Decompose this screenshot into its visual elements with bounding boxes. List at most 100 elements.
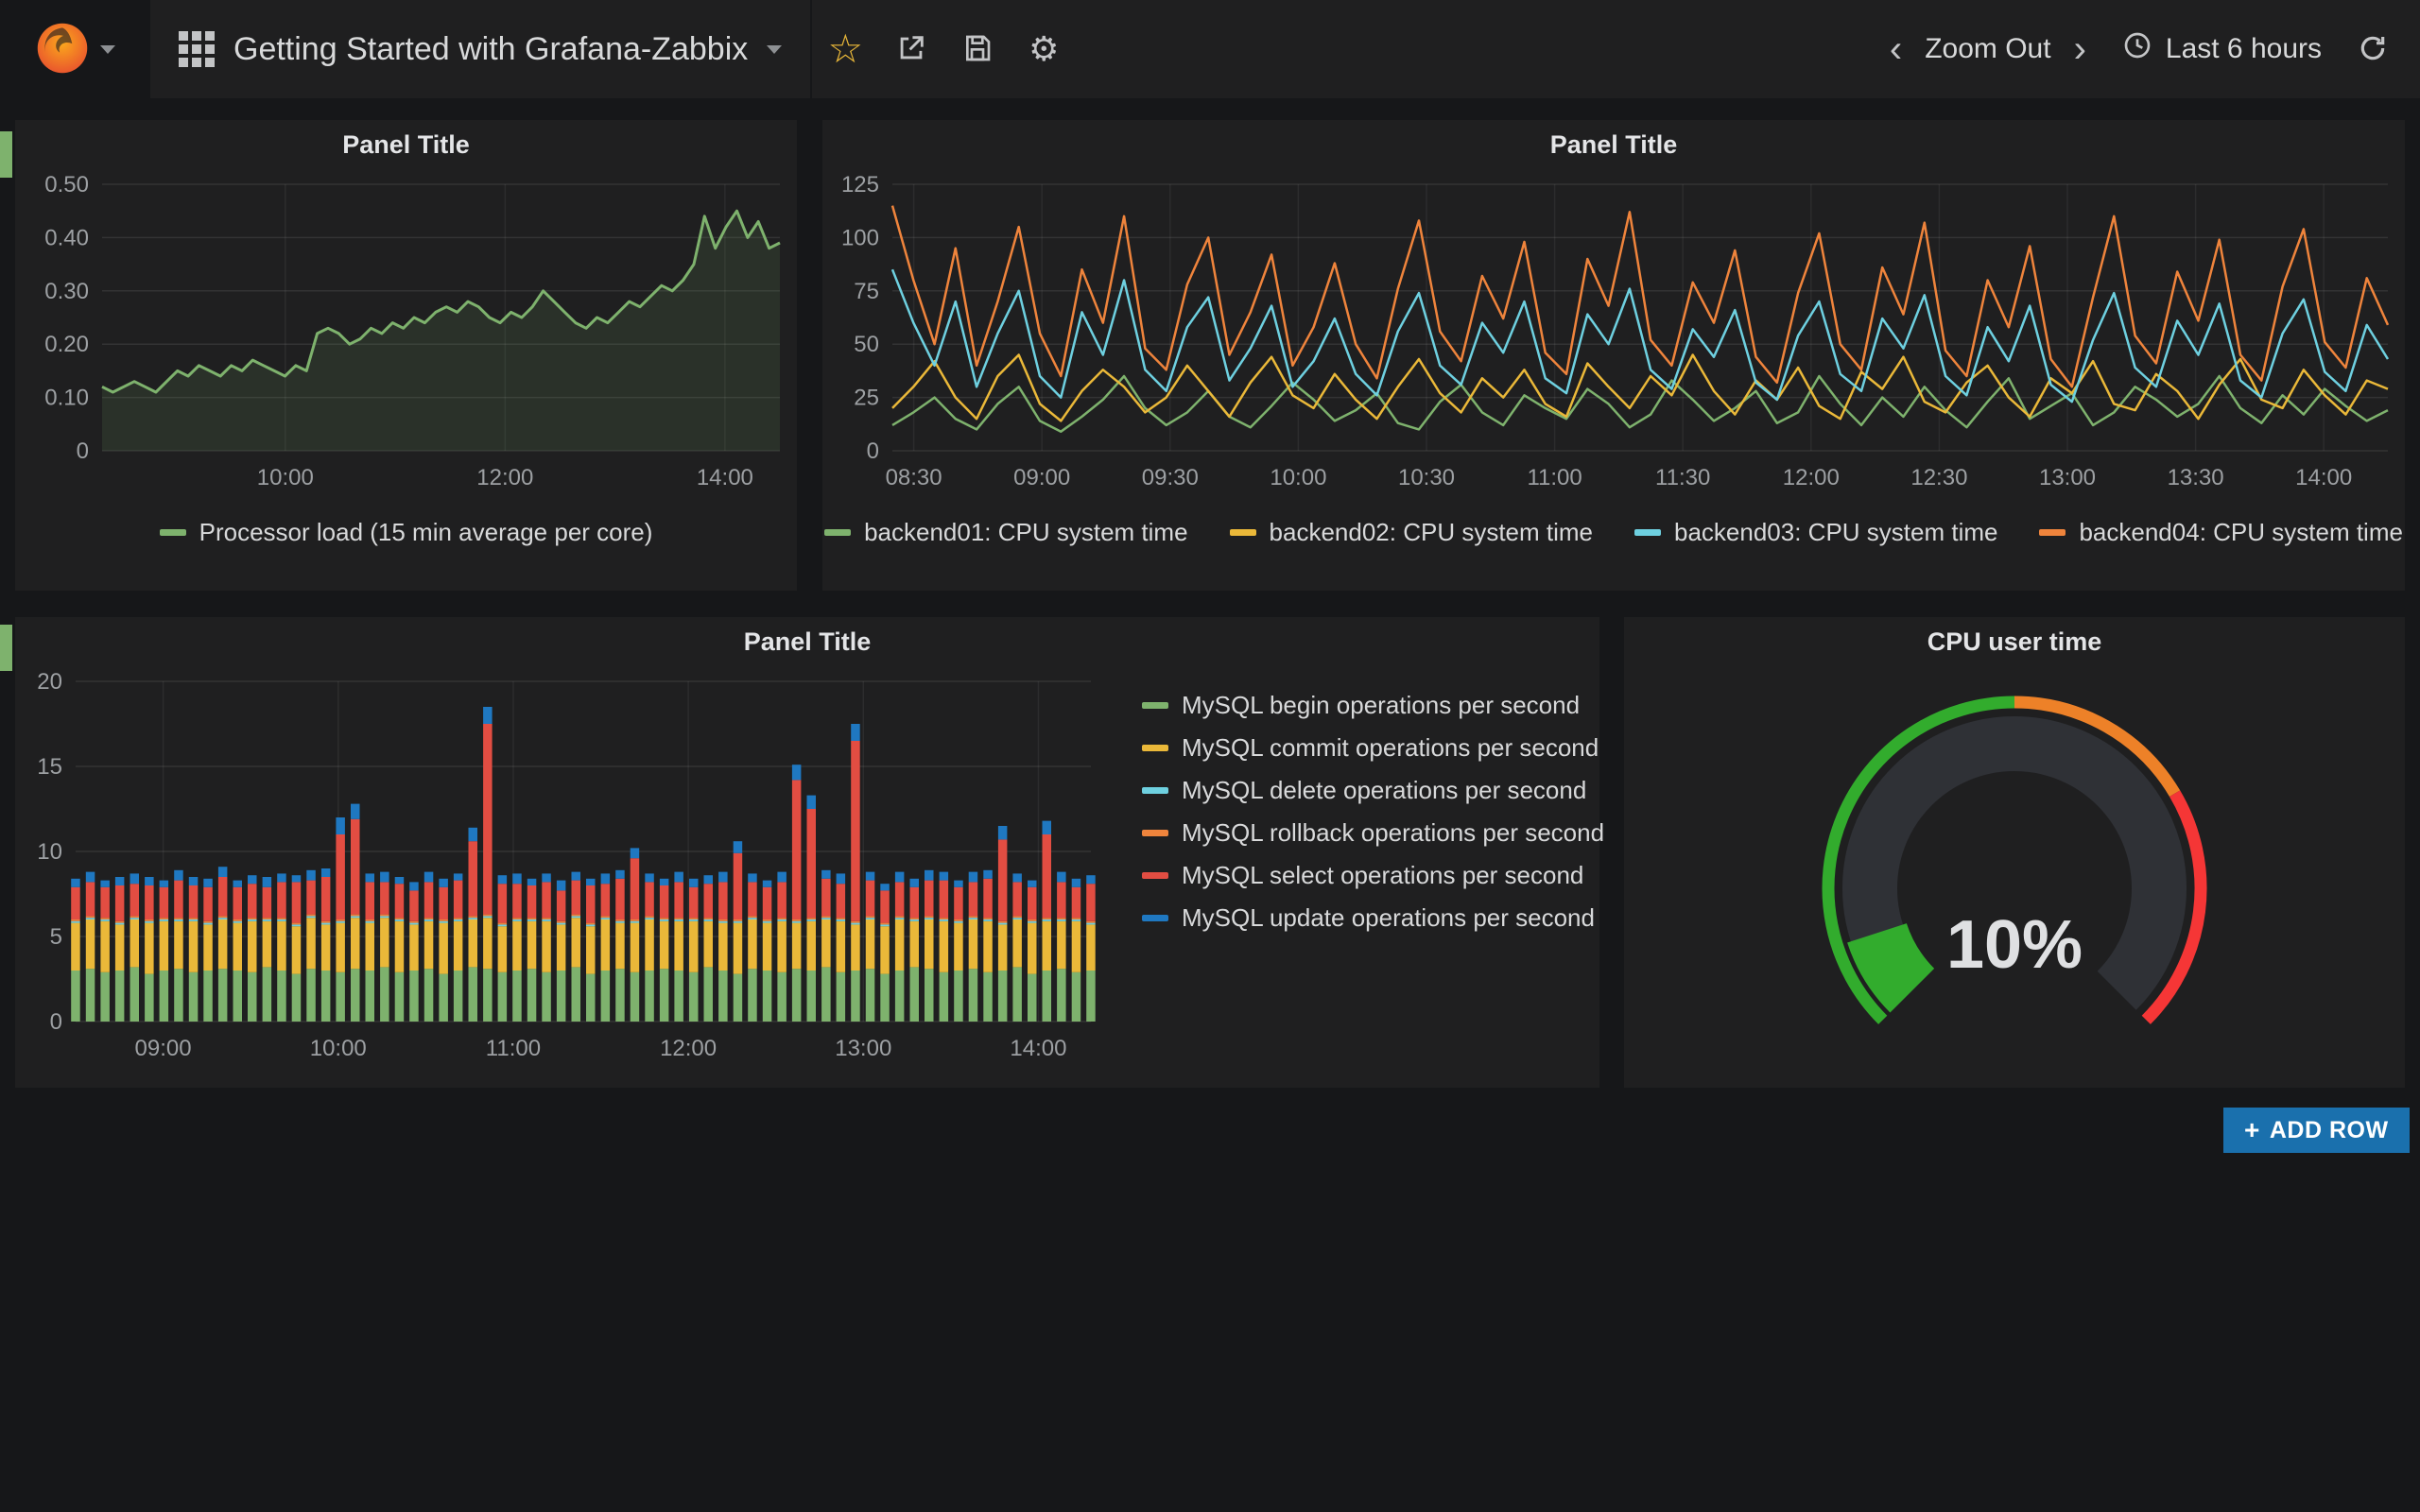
star-icon: ☆ xyxy=(827,29,863,69)
share-button[interactable] xyxy=(878,0,944,98)
row-toggle-handle[interactable] xyxy=(0,625,12,671)
svg-text:5: 5 xyxy=(50,924,62,950)
legend-item[interactable]: backend01: CPU system time xyxy=(824,518,1187,547)
legend-item[interactable]: MySQL begin operations per second xyxy=(1142,691,1580,720)
gear-icon: ⚙ xyxy=(1028,32,1059,66)
svg-text:10: 10 xyxy=(37,839,62,865)
processor-load-chart[interactable]: 00.100.200.300.400.5010:0012:0014:00 xyxy=(15,169,797,502)
legend-swatch xyxy=(1142,872,1168,879)
zoom-out-button[interactable]: Zoom Out xyxy=(1919,33,2056,65)
svg-text:125: 125 xyxy=(841,172,879,198)
legend-swatch xyxy=(1142,830,1168,836)
cpu-system-time-legend: backend01: CPU system time backend02: CPU… xyxy=(822,502,2405,562)
legend-item[interactable]: MySQL update operations per second xyxy=(1142,903,1595,933)
svg-text:12:00: 12:00 xyxy=(476,465,533,490)
settings-button[interactable]: ⚙ xyxy=(1011,0,1077,98)
svg-text:50: 50 xyxy=(854,332,879,357)
svg-text:14:00: 14:00 xyxy=(2295,465,2352,490)
panel-cpu-user-time: CPU user time 10% xyxy=(1624,617,2405,1088)
svg-text:09:00: 09:00 xyxy=(1013,465,1070,490)
svg-text:0.20: 0.20 xyxy=(44,332,89,357)
svg-text:13:30: 13:30 xyxy=(2168,465,2224,490)
chevron-left-icon: ‹ xyxy=(1890,28,1902,70)
save-button[interactable] xyxy=(944,0,1011,98)
panel-title[interactable]: Panel Title xyxy=(15,617,1599,666)
panel-title[interactable]: CPU user time xyxy=(1624,617,2405,666)
legend-swatch xyxy=(1142,745,1168,751)
svg-text:0.40: 0.40 xyxy=(44,225,89,250)
svg-text:09:30: 09:30 xyxy=(1142,465,1199,490)
legend-swatch xyxy=(1142,702,1168,709)
time-shift-back-button[interactable]: ‹ xyxy=(1876,28,1915,71)
legend-swatch xyxy=(2039,529,2066,536)
panel-title[interactable]: Panel Title xyxy=(15,120,797,169)
svg-text:0.30: 0.30 xyxy=(44,279,89,304)
svg-text:0: 0 xyxy=(867,438,879,464)
legend-item[interactable]: backend03: CPU system time xyxy=(1634,518,1997,547)
grafana-menu[interactable] xyxy=(0,0,148,98)
svg-text:13:00: 13:00 xyxy=(2039,465,2096,490)
dashboard-title: Getting Started with Grafana-Zabbix xyxy=(233,31,748,68)
cpu-system-time-chart[interactable]: 025507510012508:3009:0009:3010:0010:3011… xyxy=(822,169,2405,502)
panel-mysql-operations: Panel Title 0510152009:0010:0011:0012:00… xyxy=(15,617,1599,1088)
legend-swatch xyxy=(1634,529,1661,536)
legend-label: Processor load (15 min average per core) xyxy=(199,518,653,547)
svg-text:12:00: 12:00 xyxy=(1783,465,1840,490)
svg-text:0: 0 xyxy=(50,1009,62,1035)
svg-text:14:00: 14:00 xyxy=(697,465,753,490)
legend-swatch xyxy=(824,529,851,536)
svg-text:15: 15 xyxy=(37,754,62,780)
legend-swatch xyxy=(160,529,186,536)
legend-swatch xyxy=(1142,915,1168,921)
grafana-logo-icon xyxy=(34,19,91,80)
legend-item[interactable]: MySQL select operations per second xyxy=(1142,861,1583,890)
gauge-value: 10% xyxy=(1624,911,2405,979)
svg-text:10:00: 10:00 xyxy=(310,1036,367,1061)
grafana-menu-caret-icon xyxy=(100,45,115,54)
svg-text:0.10: 0.10 xyxy=(44,386,89,411)
legend-item[interactable]: MySQL rollback operations per second xyxy=(1142,818,1604,848)
cpu-user-time-gauge[interactable]: 10% xyxy=(1624,666,2405,1084)
svg-text:11:30: 11:30 xyxy=(1655,465,1710,490)
add-row-button[interactable]: + ADD ROW xyxy=(2223,1108,2410,1153)
time-shift-forward-button[interactable]: › xyxy=(2061,28,2100,71)
svg-text:12:30: 12:30 xyxy=(1910,465,1967,490)
svg-text:0: 0 xyxy=(77,438,89,464)
mysql-operations-chart[interactable]: 0510152009:0010:0011:0012:0013:0014:00 xyxy=(15,666,1108,1073)
svg-text:10:30: 10:30 xyxy=(1398,465,1455,490)
star-button[interactable]: ☆ xyxy=(812,0,878,98)
panel-title[interactable]: Panel Title xyxy=(822,120,2405,169)
legend-label: backend01: CPU system time xyxy=(864,518,1187,547)
add-row-label: ADD ROW xyxy=(2270,1117,2389,1144)
legend-label: MySQL update operations per second xyxy=(1182,903,1595,933)
panel-cpu-system-time: Panel Title 025507510012508:3009:0009:30… xyxy=(822,120,2405,591)
svg-text:11:00: 11:00 xyxy=(1527,465,1582,490)
svg-text:08:30: 08:30 xyxy=(886,465,942,490)
legend-item[interactable]: Processor load (15 min average per core) xyxy=(160,518,653,547)
legend-swatch xyxy=(1230,529,1256,536)
share-icon xyxy=(895,32,927,67)
legend-label: MySQL rollback operations per second xyxy=(1182,818,1604,848)
legend-label: backend03: CPU system time xyxy=(1674,518,1997,547)
dashboard-grid-icon xyxy=(179,31,215,67)
chevron-right-icon: › xyxy=(2074,28,2086,70)
legend-item[interactable]: backend02: CPU system time xyxy=(1230,518,1593,547)
svg-text:11:00: 11:00 xyxy=(486,1036,541,1061)
clock-icon xyxy=(2122,30,2152,68)
row-toggle-handle[interactable] xyxy=(0,131,12,178)
svg-text:10:00: 10:00 xyxy=(1270,465,1326,490)
svg-text:13:00: 13:00 xyxy=(835,1036,891,1061)
refresh-button[interactable] xyxy=(2344,33,2401,66)
legend-label: MySQL delete operations per second xyxy=(1182,776,1586,805)
svg-text:100: 100 xyxy=(841,225,879,250)
refresh-icon xyxy=(2358,52,2388,66)
processor-load-legend: Processor load (15 min average per core) xyxy=(15,502,797,562)
legend-item[interactable]: MySQL commit operations per second xyxy=(1142,733,1599,763)
legend-label: MySQL select operations per second xyxy=(1182,861,1583,890)
dashboard-caret-icon xyxy=(767,45,782,54)
dashboard-selector[interactable]: Getting Started with Grafana-Zabbix xyxy=(150,0,810,98)
time-range-button[interactable]: Last 6 hours xyxy=(2103,30,2341,68)
legend-item[interactable]: MySQL delete operations per second xyxy=(1142,776,1586,805)
svg-text:0.50: 0.50 xyxy=(44,172,89,198)
legend-item[interactable]: backend04: CPU system time xyxy=(2039,518,2402,547)
